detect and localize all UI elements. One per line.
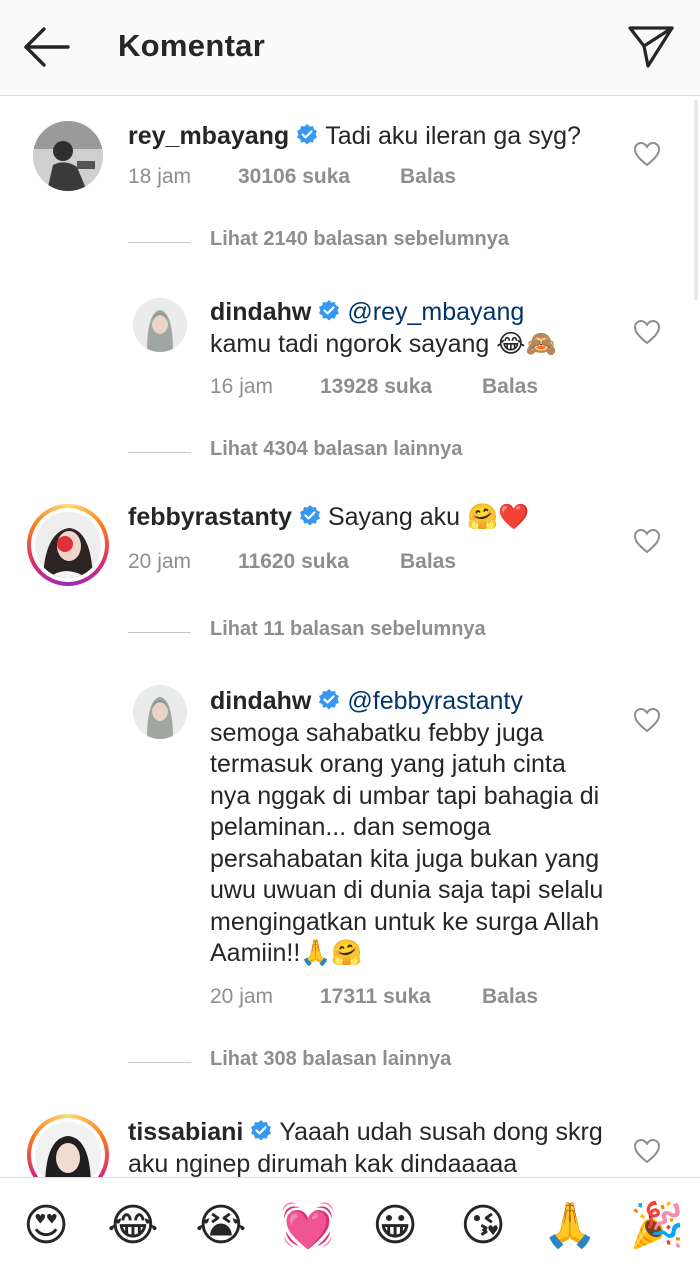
- comment-body: dindahw @rey_mbayangkamu tadi ngorok saya…: [210, 297, 610, 360]
- view-replies-label: Lihat 308 balasan lainnya: [210, 1048, 452, 1070]
- divider-line: [128, 242, 191, 243]
- view-replies-label: Lihat 2140 balasan sebelumnya: [210, 228, 510, 250]
- divider-line: [128, 452, 191, 453]
- timestamp: 20 jam: [210, 985, 274, 1008]
- heart-icon[interactable]: [633, 707, 661, 733]
- comment-feed: rey_mbayang Tadi aku ileran ga syg? 18 ja…: [0, 97, 700, 1177]
- verified-badge-icon: [297, 124, 318, 145]
- divider-line: [128, 1062, 191, 1063]
- reply-dindahw-1: dindahw @rey_mbayangkamu tadi ngorok saya…: [0, 277, 700, 417]
- comment-body: tissabiani Yaaah udah susah dong skrg aku…: [128, 1117, 618, 1177]
- username[interactable]: dindahw: [210, 687, 311, 715]
- share-button[interactable]: [626, 22, 680, 72]
- reply-button[interactable]: Balas: [482, 985, 538, 1009]
- timestamp: 18 jam: [128, 165, 192, 188]
- folded-hands-emoji-icon[interactable]: 🙏: [542, 1198, 598, 1254]
- timestamp: 20 jam: [128, 550, 192, 573]
- tears-of-joy-emoji-icon[interactable]: 😂: [105, 1198, 161, 1254]
- verified-badge-icon: [299, 505, 320, 526]
- header-bar: Komentar: [0, 0, 700, 96]
- timestamp: 16 jam: [210, 375, 274, 398]
- comment-meta: 16 jam 13928 suka Balas: [210, 375, 610, 401]
- back-arrow-icon: [24, 27, 70, 67]
- view-replies-label: Lihat 4304 balasan lainnya: [210, 438, 463, 460]
- avatar[interactable]: [35, 512, 101, 578]
- comment-text: semoga sahabatku febby juga termasuk ora…: [210, 718, 604, 968]
- back-button[interactable]: [20, 24, 76, 72]
- verified-badge-icon: [319, 689, 340, 710]
- reply-button[interactable]: Balas: [400, 165, 456, 189]
- direct-send-icon: [628, 26, 674, 68]
- grinning-emoji-icon[interactable]: 😀: [367, 1198, 423, 1254]
- emoji-quick-bar: 😍 😂 😭 💓 😀 😘 🙏 🎉: [0, 1177, 700, 1283]
- reply-button[interactable]: Balas: [482, 375, 538, 399]
- avatar[interactable]: [133, 685, 187, 739]
- comment-text: Sayang aku 🤗❤️: [327, 503, 530, 531]
- comment-tissabiani: tissabiani Yaaah udah susah dong skrg aku…: [0, 1103, 700, 1177]
- comment-meta: 18 jam 30106 suka Balas: [128, 165, 528, 191]
- crying-emoji-icon[interactable]: 😭: [193, 1198, 249, 1254]
- comment-body: febbyrastanty Sayang aku 🤗❤️: [128, 502, 628, 534]
- avatar[interactable]: [33, 121, 103, 191]
- heart-icon[interactable]: [633, 528, 661, 554]
- mention-link[interactable]: @rey_mbayang: [347, 298, 524, 326]
- heart-icon[interactable]: [633, 319, 661, 345]
- reply-button[interactable]: Balas: [400, 550, 456, 574]
- like-count[interactable]: 30106 suka: [238, 165, 350, 189]
- comment-text: Tadi aku ileran ga syg?: [325, 122, 581, 150]
- comment-meta: 20 jam 11620 suka Balas: [128, 550, 528, 576]
- username[interactable]: tissabiani: [128, 1118, 243, 1146]
- view-replies-label: Lihat 11 balasan sebelumnya: [210, 618, 486, 640]
- verified-badge-icon: [319, 300, 340, 321]
- like-count[interactable]: 11620 suka: [238, 550, 349, 574]
- comment-body: rey_mbayang Tadi aku ileran ga syg?: [128, 121, 628, 153]
- heart-eyes-emoji-icon[interactable]: 😍: [18, 1198, 74, 1254]
- comment-body: dindahw @febbyrastanty semoga sahabatku fe…: [210, 686, 608, 970]
- comment-rey-mbayang: rey_mbayang Tadi aku ileran ga syg? 18 ja…: [0, 97, 700, 237]
- avatar[interactable]: [133, 298, 187, 352]
- comment-meta: 20 jam 17311 suka Balas: [210, 985, 610, 1011]
- comment-febbyrastanty: febbyrastanty Sayang aku 🤗❤️ 20 jam 11620…: [0, 493, 700, 623]
- heart-icon[interactable]: [633, 141, 661, 167]
- mention-link[interactable]: @febbyrastanty: [347, 687, 522, 715]
- username[interactable]: febbyrastanty: [128, 503, 292, 531]
- page-title: Komentar: [118, 28, 266, 63]
- verified-badge-icon: [251, 1120, 272, 1141]
- divider-line: [128, 632, 191, 633]
- like-count[interactable]: 13928 suka: [320, 375, 432, 399]
- party-popper-emoji-icon[interactable]: 🎉: [629, 1198, 685, 1254]
- username[interactable]: dindahw: [210, 298, 311, 326]
- comment-text: kamu tadi ngorok sayang 😂🙈: [210, 329, 557, 358]
- kissing-emoji-icon[interactable]: 😘: [455, 1198, 511, 1254]
- beating-heart-emoji-icon[interactable]: 💓: [280, 1198, 336, 1254]
- heart-icon[interactable]: [633, 1138, 661, 1164]
- username[interactable]: rey_mbayang: [128, 122, 289, 150]
- like-count[interactable]: 17311 suka: [320, 985, 431, 1009]
- reply-dindahw-2: dindahw @febbyrastanty semoga sahabatku fe…: [0, 667, 700, 1027]
